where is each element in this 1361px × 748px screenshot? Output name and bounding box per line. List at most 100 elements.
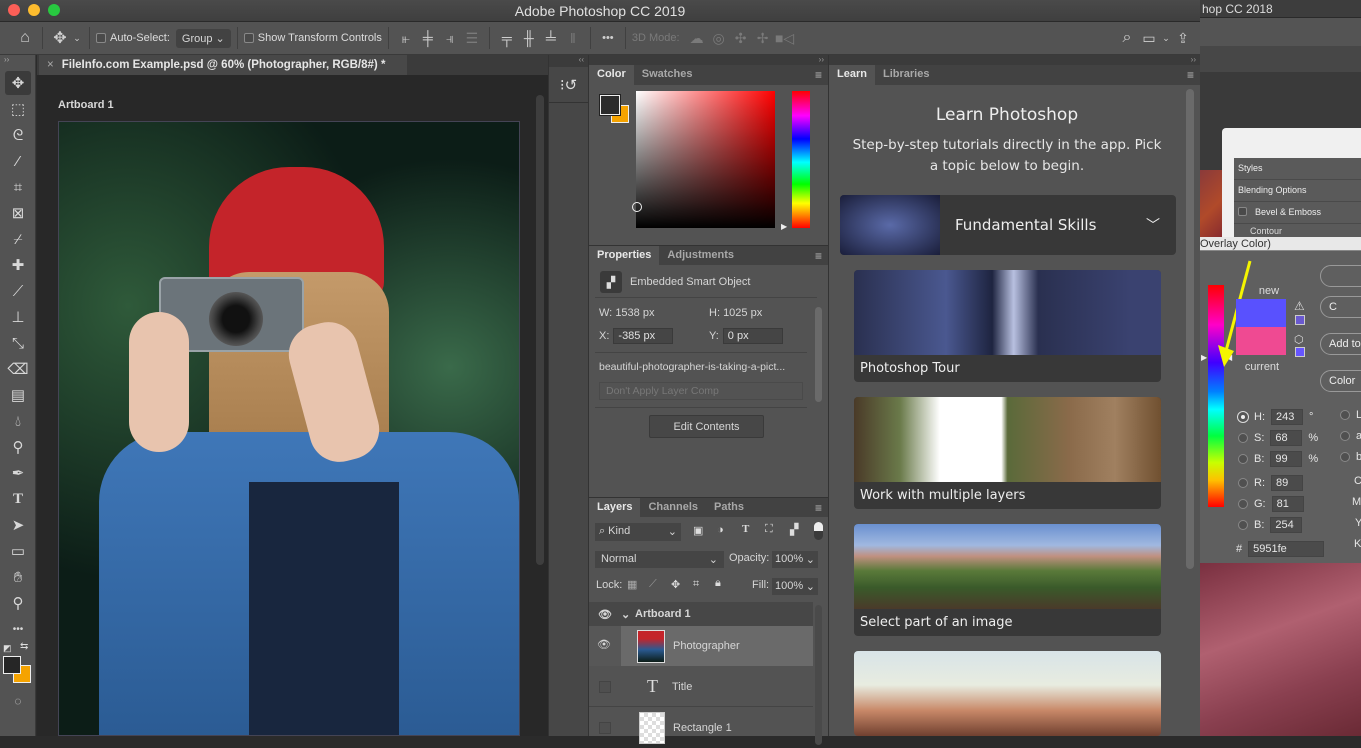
tutorial-card[interactable]: Photoshop Tour: [854, 270, 1161, 382]
y-field[interactable]: 0 px: [722, 328, 783, 344]
more-options-icon[interactable]: •••: [597, 32, 619, 44]
properties-menu-icon[interactable]: ≡: [815, 249, 822, 263]
filter-shape-icon[interactable]: ⛶: [765, 523, 773, 536]
collapse-tools-icon[interactable]: ››: [0, 55, 35, 69]
fg-color-chip[interactable]: [599, 94, 621, 116]
align-left-icon[interactable]: ⫦: [395, 30, 417, 47]
crop-tool[interactable]: ⌗: [5, 175, 31, 199]
hue-radio[interactable]: [1238, 412, 1248, 422]
hue-field[interactable]: 243: [1271, 409, 1303, 425]
lock-pixels-icon[interactable]: ⟋: [649, 578, 657, 591]
red-radio[interactable]: [1238, 478, 1248, 488]
styles-item[interactable]: Styles: [1234, 158, 1361, 180]
share-icon[interactable]: ⇪: [1172, 30, 1194, 47]
filter-adjustment-icon[interactable]: ◑: [717, 524, 724, 536]
lock-artboard-icon[interactable]: ⌗: [693, 578, 699, 591]
green-field[interactable]: 81: [1271, 496, 1304, 512]
layer-filter-dropdown[interactable]: ⌕ Kind ⌄: [595, 523, 681, 541]
zoom-tool[interactable]: ⚲: [5, 591, 31, 615]
lab-b-radio[interactable]: [1340, 452, 1350, 462]
3d-orbit-icon[interactable]: ☁: [686, 30, 708, 47]
artboard-label[interactable]: Artboard 1: [58, 99, 114, 111]
history-brush-tool[interactable]: ⤡: [5, 331, 31, 355]
hue-strip[interactable]: [792, 91, 810, 228]
tab-paths[interactable]: Paths: [706, 498, 752, 517]
tab-layers[interactable]: Layers: [589, 498, 641, 517]
blur-tool[interactable]: 💧︎: [5, 409, 31, 433]
lasso-tool[interactable]: ᘓ: [5, 123, 31, 147]
bevel-emboss-item[interactable]: Bevel & Emboss: [1234, 202, 1361, 224]
close-document-icon[interactable]: ×: [47, 59, 54, 71]
align-bottom-icon[interactable]: ╧: [540, 30, 562, 46]
3d-slide-icon[interactable]: ✢: [752, 30, 774, 47]
tutorial-card[interactable]: Select part of an image: [854, 524, 1161, 636]
document-tab[interactable]: × FileInfo.com Example.psd @ 60% (Photog…: [39, 55, 407, 75]
tutorial-card[interactable]: Work with multiple layers: [854, 397, 1161, 509]
layer-row-photographer[interactable]: 👁︎ Photographer: [589, 626, 813, 666]
learn-menu-icon[interactable]: ≡: [1187, 68, 1194, 82]
blue-radio[interactable]: [1238, 520, 1248, 530]
layer-row-rectangle[interactable]: Rectangle 1: [589, 708, 813, 748]
blending-options-item[interactable]: Blending Options: [1234, 180, 1361, 202]
filter-pixel-icon[interactable]: ▣: [693, 524, 703, 537]
filter-type-icon[interactable]: T: [742, 523, 749, 535]
brightness-field[interactable]: 99: [1270, 451, 1303, 467]
tab-adjustments[interactable]: Adjustments: [659, 246, 742, 265]
layer-row-artboard[interactable]: 👁︎ ⌄ Artboard 1: [589, 602, 813, 626]
out-of-gamut-warning-icon[interactable]: ⚠: [1294, 299, 1305, 313]
show-transform-checkbox[interactable]: [243, 33, 254, 43]
properties-scrollbar[interactable]: [815, 307, 822, 402]
tab-swatches[interactable]: Swatches: [634, 65, 701, 85]
lock-position-icon[interactable]: ✥: [671, 578, 680, 591]
contour-item[interactable]: Contour: [1234, 224, 1361, 236]
layers-menu-icon[interactable]: ≡: [815, 501, 822, 515]
web-safe-swatch[interactable]: [1295, 347, 1305, 357]
workspace-chevron-icon[interactable]: ⌄: [1160, 33, 1172, 44]
history-panel-icon[interactable]: ⁝↺: [549, 67, 588, 103]
visibility-toggle[interactable]: [599, 722, 611, 734]
layer-row-title[interactable]: T Title: [589, 667, 813, 707]
distribute-icon[interactable]: ☰: [461, 30, 483, 47]
hex-field[interactable]: 5951fe: [1248, 541, 1325, 557]
green-radio[interactable]: [1238, 499, 1248, 509]
visibility-eye-icon[interactable]: 👁︎: [589, 608, 621, 621]
fundamental-skills-section[interactable]: Fundamental Skills ﹀: [840, 195, 1176, 255]
swap-colors-icon[interactable]: ⇆: [20, 641, 28, 652]
magic-wand-tool[interactable]: ⁄: [5, 149, 31, 173]
brightness-radio[interactable]: [1238, 454, 1248, 464]
opacity-field[interactable]: 100% ⌄: [772, 551, 818, 568]
foreground-color-swatch[interactable]: [3, 656, 21, 674]
saturation-radio[interactable]: [1238, 433, 1248, 443]
healing-brush-tool[interactable]: ✚: [5, 253, 31, 277]
pen-tool[interactable]: ✒: [5, 461, 31, 485]
align-vertical-center-icon[interactable]: ╫: [518, 30, 540, 46]
saturation-field[interactable]: 68: [1270, 430, 1303, 446]
x-field[interactable]: -385 px: [613, 328, 674, 344]
marquee-tool[interactable]: ⬚: [5, 97, 31, 121]
auto-select-toggle[interactable]: Auto-Select:: [96, 22, 170, 54]
gradient-tool[interactable]: ▤: [5, 383, 31, 407]
tab-learn[interactable]: Learn: [829, 65, 875, 85]
tab-libraries[interactable]: Libraries: [875, 65, 937, 85]
rectangle-tool[interactable]: ▭: [5, 539, 31, 563]
color-picker-cursor[interactable]: [632, 202, 642, 212]
move-tool[interactable]: ✥: [5, 71, 31, 95]
artboard-image[interactable]: [58, 121, 520, 736]
blend-mode-dropdown[interactable]: Normal ⌄: [595, 551, 724, 568]
lab-a-radio[interactable]: [1340, 431, 1350, 441]
3d-drag-icon[interactable]: ✣: [730, 30, 752, 47]
home-icon[interactable]: ⌂: [14, 29, 36, 47]
expand-chevron-icon[interactable]: ⌄: [621, 608, 635, 621]
canvas-scrollbar[interactable]: [536, 95, 544, 565]
default-colors-icon[interactable]: ◩: [3, 643, 12, 654]
blue-field[interactable]: 254: [1270, 517, 1303, 533]
current-color-swatch[interactable]: [1236, 327, 1286, 355]
auto-select-checkbox[interactable]: [96, 33, 106, 43]
eyedropper-tool[interactable]: ⌿: [5, 227, 31, 251]
search-icon[interactable]: ⌕: [1116, 29, 1138, 47]
cancel-button[interactable]: C: [1320, 296, 1361, 318]
web-safe-cube-icon[interactable]: ⬡: [1294, 333, 1304, 346]
move-tool-icon[interactable]: ✥: [49, 28, 71, 48]
frame-tool[interactable]: ⊠: [5, 201, 31, 225]
tool-preset-chevron-icon[interactable]: ⌄: [71, 33, 83, 44]
